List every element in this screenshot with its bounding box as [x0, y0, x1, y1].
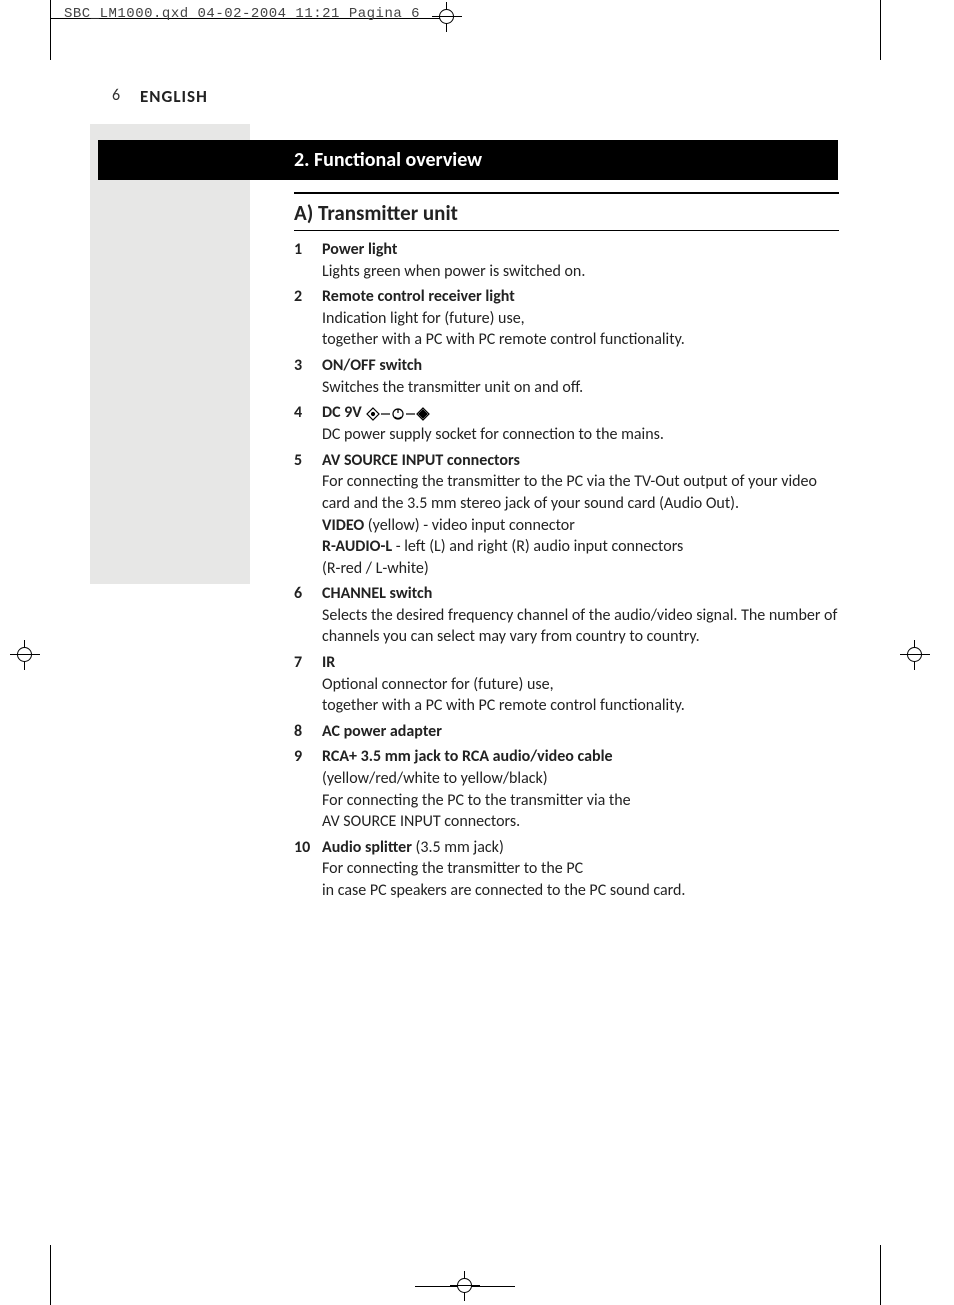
- item-desc: Lights green when power is switched on.: [322, 261, 839, 283]
- rule: [294, 192, 839, 194]
- registration-mark-icon: [432, 2, 462, 32]
- language-label: ENGLISH: [140, 86, 208, 107]
- item-desc: (yellow/red/white to yellow/black): [322, 768, 839, 790]
- item-desc: Selects the desired frequency channel of…: [322, 605, 839, 648]
- item-body: DC 9VDC power supply socket for connecti…: [322, 402, 839, 446]
- item-desc: For connecting the transmitter to the PC…: [322, 471, 839, 514]
- item-body: IROptional connector for (future) use,to…: [322, 652, 839, 717]
- item-title: CHANNEL switch: [322, 583, 839, 605]
- item-title: Audio splitter (3.5 mm jack): [322, 837, 839, 859]
- list-item: 10Audio splitter (3.5 mm jack)For connec…: [294, 837, 839, 902]
- crop-mark: [880, 0, 881, 60]
- item-number: 1: [294, 239, 322, 282]
- subsection-title: A) Transmitter unit: [294, 200, 839, 226]
- item-desc: together with a PC with PC remote contro…: [322, 329, 839, 351]
- crop-mark: [880, 1245, 881, 1305]
- registration-mark-icon: [450, 1271, 480, 1301]
- item-number: 7: [294, 652, 322, 717]
- item-title: IR: [322, 652, 839, 674]
- item-number: 4: [294, 402, 322, 446]
- file-slug: SBC_LM1000.qxd 04-02-2004 11:21 Pagina 6: [64, 6, 420, 22]
- list-item: 6CHANNEL switchSelects the desired frequ…: [294, 583, 839, 648]
- page-number: 6: [112, 86, 120, 105]
- item-desc: (R-red / L-white): [322, 558, 839, 580]
- list-item: 9RCA+ 3.5 mm jack to RCA audio/video cab…: [294, 746, 839, 832]
- item-number: 6: [294, 583, 322, 648]
- item-body: AV SOURCE INPUT connectorsFor connecting…: [322, 450, 839, 580]
- item-desc: For connecting the PC to the transmitter…: [322, 790, 839, 812]
- item-title: AV SOURCE INPUT connectors: [322, 450, 839, 472]
- list-item: 4DC 9VDC power supply socket for connect…: [294, 402, 839, 446]
- item-desc: together with a PC with PC remote contro…: [322, 695, 839, 717]
- item-number: 5: [294, 450, 322, 580]
- item-desc: Optional connector for (future) use,: [322, 674, 839, 696]
- item-number: 2: [294, 286, 322, 351]
- item-title: DC 9V: [322, 402, 839, 424]
- rule: [294, 230, 839, 231]
- crop-mark: [50, 0, 51, 60]
- dc-polarity-icon: [366, 403, 430, 425]
- item-number: 10: [294, 837, 322, 902]
- item-body: RCA+ 3.5 mm jack to RCA audio/video cabl…: [322, 746, 839, 832]
- item-desc: R-AUDIO-L - left (L) and right (R) audio…: [322, 536, 839, 558]
- item-title: ON/OFF switch: [322, 355, 839, 377]
- list-item: 2Remote control receiver lightIndication…: [294, 286, 839, 351]
- item-number: 3: [294, 355, 322, 398]
- item-desc: DC power supply socket for connection to…: [322, 424, 839, 446]
- item-desc: For connecting the transmitter to the PC: [322, 858, 839, 880]
- item-number: 9: [294, 746, 322, 832]
- section-banner: 2. Functional overview: [98, 140, 838, 180]
- item-title: AC power adapter: [322, 721, 839, 743]
- list-item: 1Power lightLights green when power is s…: [294, 239, 839, 282]
- content-area: 2. Functional overview A) Transmitter un…: [98, 140, 838, 902]
- item-body: Audio splitter (3.5 mm jack)For connecti…: [322, 837, 839, 902]
- item-desc: AV SOURCE INPUT connectors.: [322, 811, 839, 833]
- list-item: 7IROptional connector for (future) use,t…: [294, 652, 839, 717]
- registration-mark-icon: [10, 640, 40, 670]
- item-desc: VIDEO (yellow) - video input connector: [322, 515, 839, 537]
- item-title: RCA+ 3.5 mm jack to RCA audio/video cabl…: [322, 746, 839, 768]
- list-item: 8AC power adapter: [294, 721, 839, 743]
- list-item: 5AV SOURCE INPUT connectorsFor connectin…: [294, 450, 839, 580]
- item-desc: Indication light for (future) use,: [322, 308, 839, 330]
- item-desc: in case PC speakers are connected to the…: [322, 880, 839, 902]
- crop-mark: [50, 1245, 51, 1305]
- item-title: Remote control receiver light: [322, 286, 839, 308]
- registration-mark-icon: [900, 640, 930, 670]
- item-body: AC power adapter: [322, 721, 839, 743]
- list-item: 3ON/OFF switchSwitches the transmitter u…: [294, 355, 839, 398]
- item-body: Remote control receiver lightIndication …: [322, 286, 839, 351]
- item-number: 8: [294, 721, 322, 743]
- item-desc: Switches the transmitter unit on and off…: [322, 377, 839, 399]
- item-body: CHANNEL switchSelects the desired freque…: [322, 583, 839, 648]
- item-body: Power lightLights green when power is sw…: [322, 239, 839, 282]
- item-body: ON/OFF switchSwitches the transmitter un…: [322, 355, 839, 398]
- item-title: Power light: [322, 239, 839, 261]
